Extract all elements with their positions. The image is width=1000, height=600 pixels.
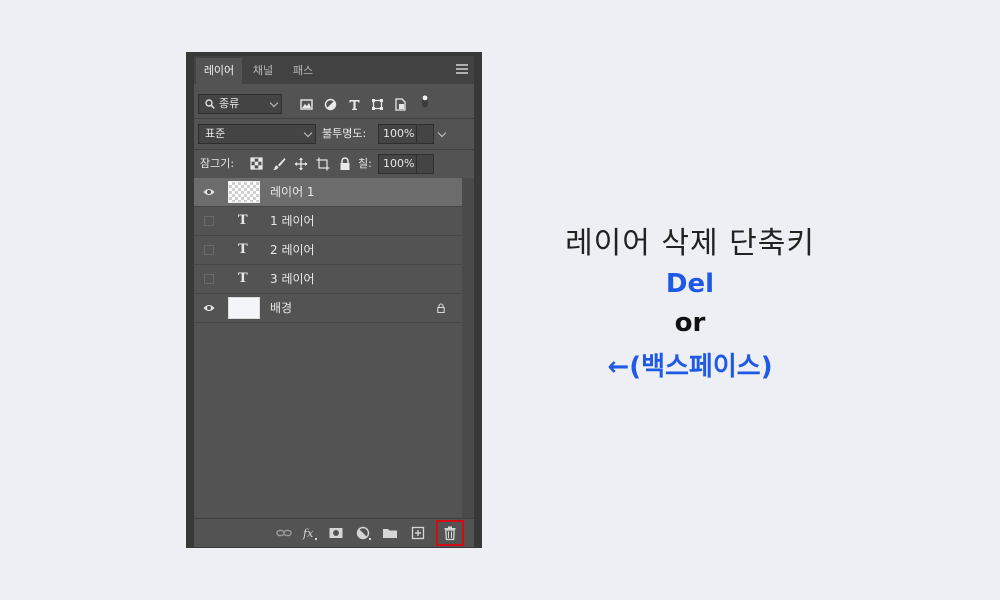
fill-input[interactable]: 100% <box>378 154 418 174</box>
shortcut-key-del: Del <box>665 269 715 299</box>
new-layer-icon[interactable] <box>410 525 426 541</box>
tab-channels[interactable]: 채널 <box>246 58 280 84</box>
lock-position-move-icon[interactable] <box>294 157 308 171</box>
folder-icon[interactable] <box>382 525 398 541</box>
layers-panel-body: 레이어 채널 패스 종류 표준 불투명도: 100% 잠그기: 칠: 100% … <box>194 56 474 547</box>
layer-name: 레이어 1 <box>270 185 315 199</box>
trash-highlight-box <box>436 520 464 546</box>
mask-icon[interactable] <box>328 525 344 541</box>
layer-row-text-1[interactable]: T 1 레이어 <box>194 207 462 236</box>
layer-name: 2 레이어 <box>270 243 315 257</box>
layer-name: 1 레이어 <box>270 214 315 228</box>
lock-icon <box>437 303 445 313</box>
layer-list-scrollbar[interactable] <box>462 178 474 518</box>
lock-pixels-brush-icon[interactable] <box>272 157 286 171</box>
search-icon <box>205 99 215 109</box>
adjustment-icon[interactable] <box>356 525 372 541</box>
panel-footer: fx <box>194 518 474 547</box>
tab-layers[interactable]: 레이어 <box>196 58 242 84</box>
fx-icon[interactable]: fx <box>302 525 318 541</box>
lock-row: 잠그기: 칠: 100% <box>194 150 474 178</box>
layer-row-text-3[interactable]: T 3 레이어 <box>194 265 462 294</box>
type-filter-icon[interactable] <box>348 98 362 112</box>
text-layer-icon: T <box>238 242 248 257</box>
opacity-dropdown-button[interactable] <box>416 124 434 144</box>
smart-object-filter-icon[interactable] <box>394 98 408 112</box>
opacity-value: 100% <box>383 127 415 140</box>
text-layer-icon: T <box>238 213 248 228</box>
chevron-down-icon[interactable] <box>437 128 447 138</box>
divider <box>194 118 474 119</box>
fill-label: 칠: <box>358 157 372 170</box>
link-icon[interactable] <box>276 525 292 541</box>
lock-all-icon[interactable] <box>338 157 352 171</box>
lock-transparent-icon[interactable] <box>250 157 264 171</box>
layer-thumbnail <box>228 181 260 203</box>
opacity-label: 불투명도: <box>322 127 367 140</box>
eye-icon[interactable] <box>203 303 215 313</box>
panel-menu-icon[interactable] <box>456 64 468 74</box>
shortcut-key-backspace: ←(백스페이스) <box>607 352 773 382</box>
shape-filter-icon[interactable] <box>371 98 385 112</box>
filter-row: 종류 <box>194 92 474 116</box>
chevron-down-icon <box>303 128 313 138</box>
layer-row-text-2[interactable]: T 2 레이어 <box>194 236 462 265</box>
filter-toggle-icon[interactable] <box>418 94 432 108</box>
adjustment-filter-icon[interactable] <box>324 98 338 112</box>
layer-name: 배경 <box>270 301 293 315</box>
layer-row-layer-1[interactable]: 레이어 1 <box>194 178 462 207</box>
visibility-toggle[interactable] <box>204 216 214 226</box>
layer-name: 3 레이어 <box>270 272 315 286</box>
filter-kind-label: 종류 <box>219 97 240 110</box>
blend-mode-select[interactable]: 표준 <box>198 124 316 144</box>
layers-panel: 레이어 채널 패스 종류 표준 불투명도: 100% 잠그기: 칠: 100% … <box>186 52 482 548</box>
chevron-down-icon <box>269 98 279 108</box>
fill-dropdown-button[interactable] <box>416 154 434 174</box>
eye-icon[interactable] <box>203 187 215 197</box>
pixel-filter-icon[interactable] <box>300 98 314 112</box>
visibility-toggle[interactable] <box>204 274 214 284</box>
blend-row: 표준 불투명도: 100% <box>194 120 474 148</box>
text-layer-icon: T <box>238 271 248 286</box>
svg-text:fx: fx <box>302 527 314 540</box>
panel-tab-bar: 레이어 채널 패스 <box>194 56 474 84</box>
lock-label: 잠그기: <box>200 157 235 170</box>
tab-paths[interactable]: 패스 <box>286 58 320 84</box>
fill-value: 100% <box>383 157 415 170</box>
shortcut-title: 레이어 삭제 단축키 <box>565 226 815 261</box>
layer-thumbnail <box>228 297 260 319</box>
visibility-toggle[interactable] <box>204 245 214 255</box>
lock-artboard-icon[interactable] <box>316 157 330 171</box>
filter-kind-select[interactable]: 종류 <box>198 94 282 114</box>
blend-mode-label: 표준 <box>205 127 226 140</box>
shortcut-or: or <box>674 308 706 338</box>
layer-row-background[interactable]: 배경 <box>194 294 462 323</box>
